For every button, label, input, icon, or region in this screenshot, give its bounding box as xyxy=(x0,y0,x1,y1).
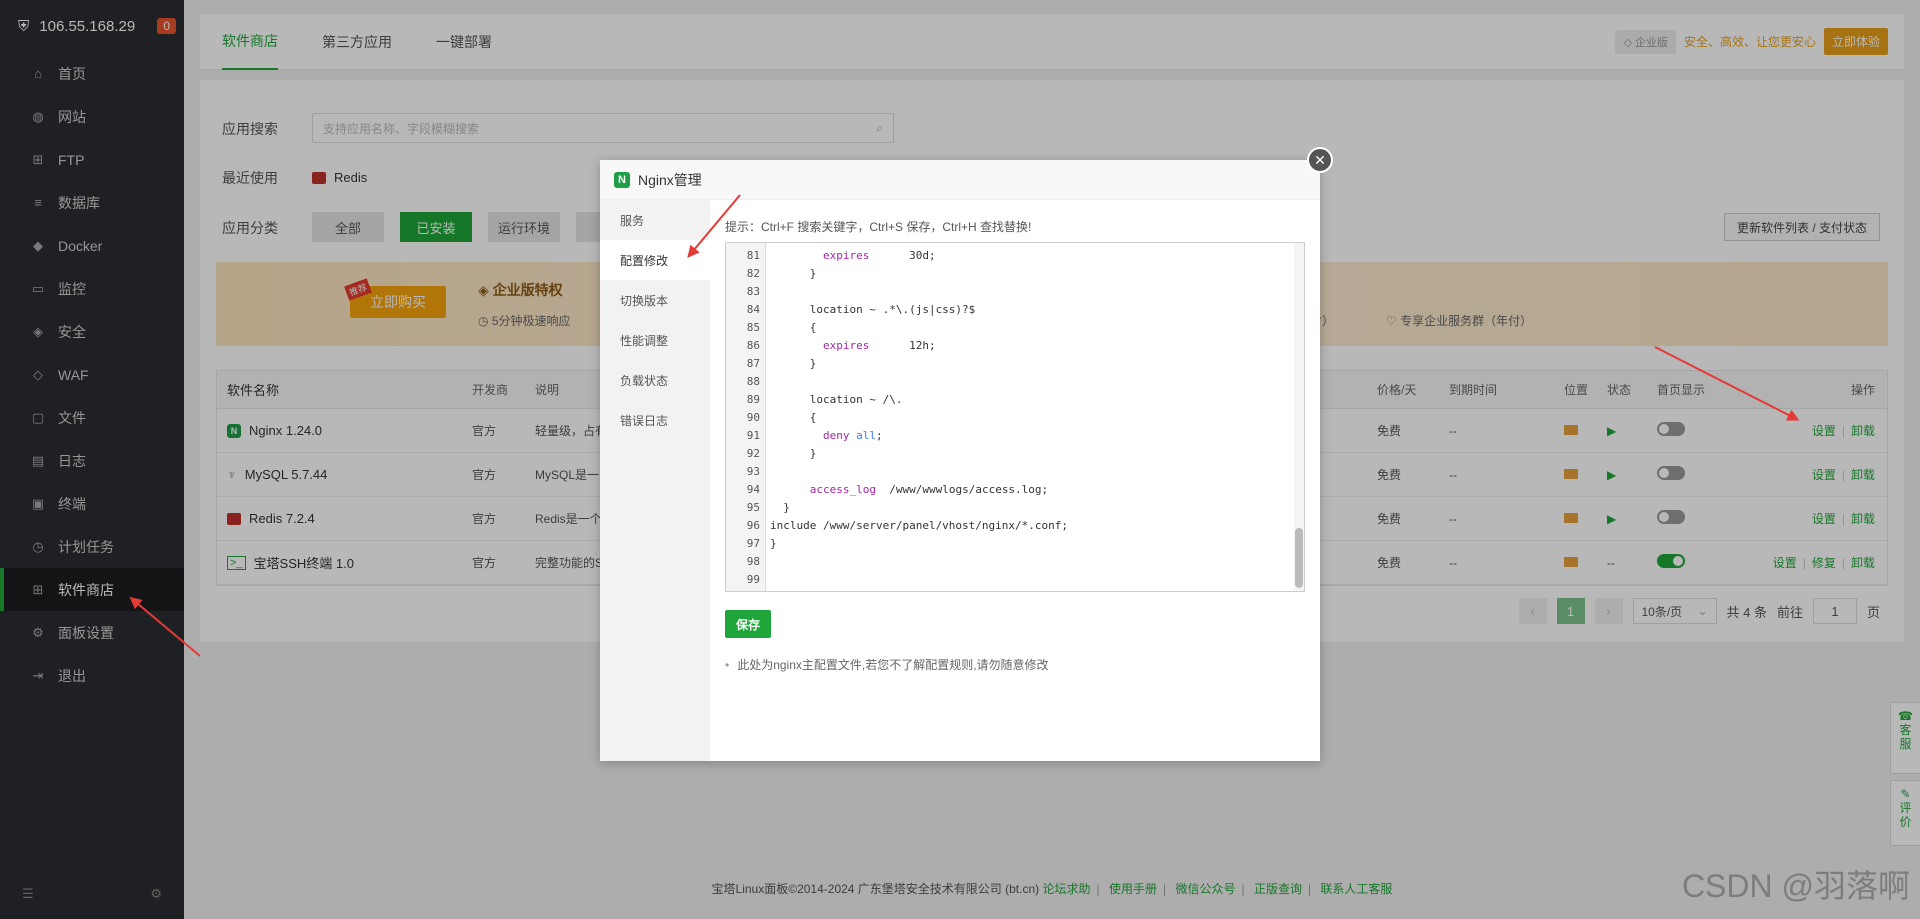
code-text: } xyxy=(770,447,817,460)
line-number: 81 xyxy=(746,249,760,262)
line-number: 97 xyxy=(746,537,760,550)
code-line[interactable]: 82 } xyxy=(726,265,1286,283)
line-number: 94 xyxy=(746,483,760,496)
code-text: location ~ .*\.(js|css)?$ xyxy=(770,303,976,316)
code-line[interactable]: 99 xyxy=(726,571,1286,589)
code-line[interactable]: 96 include /www/server/panel/vhost/nginx/… xyxy=(726,517,1286,535)
line-number: 92 xyxy=(746,447,760,460)
line-number: 90 xyxy=(746,411,760,424)
code-text: { xyxy=(770,411,817,424)
line-number: 87 xyxy=(746,357,760,370)
code-text: { xyxy=(770,321,817,334)
line-number: 86 xyxy=(746,339,760,352)
dialog-header: N Nginx管理 xyxy=(600,160,1320,200)
scroll-thumb[interactable] xyxy=(1295,528,1303,588)
code-line[interactable]: 94 access_log /www/wwwlogs/access.log; xyxy=(726,481,1286,499)
code-line[interactable]: 92 } xyxy=(726,445,1286,463)
config-panel: 提示：Ctrl+F 搜索关键字，Ctrl+S 保存，Ctrl+H 查找替换! 8… xyxy=(710,200,1320,761)
dialog-menu-item-1[interactable]: 配置修改 xyxy=(600,240,710,280)
code-text: expires 30d; xyxy=(822,249,936,262)
dialog-menu-item-2[interactable]: 切换版本 xyxy=(600,280,710,320)
dialog-menu-item-3[interactable]: 性能调整 xyxy=(600,320,710,360)
code-text: location ~ /\. xyxy=(770,393,903,406)
code-line[interactable]: 98 xyxy=(726,553,1286,571)
line-number: 84 xyxy=(746,303,760,316)
code-text: } xyxy=(770,357,817,370)
code-text: expires 12h; xyxy=(822,339,936,352)
line-number: 89 xyxy=(746,393,760,406)
dialog-menu-item-5[interactable]: 错误日志 xyxy=(600,400,710,440)
code-line[interactable]: 93 xyxy=(726,463,1286,481)
code-text: } xyxy=(770,267,817,280)
nginx-logo-icon: N xyxy=(614,171,630,188)
code-line[interactable]: 90 { xyxy=(726,409,1286,427)
line-number: 83 xyxy=(746,285,760,298)
dialog-menu-item-4[interactable]: 负载状态 xyxy=(600,360,710,400)
code-line[interactable]: 91 deny all; xyxy=(726,427,1286,445)
code-line[interactable]: 83 xyxy=(726,283,1286,301)
code-text: access_log /www/wwwlogs/access.log; xyxy=(809,483,1049,496)
code-editor[interactable]: 81 expires 30d; 82 } 83 84 location ~ .*\.(… xyxy=(725,242,1305,592)
config-note: 此处为nginx主配置文件,若您不了解配置规则,请勿随意修改 xyxy=(725,656,1048,673)
line-number: 82 xyxy=(746,267,760,280)
code-line[interactable]: 89 location ~ /\. xyxy=(726,391,1286,409)
dialog-menu-item-0[interactable]: 服务 xyxy=(600,200,710,240)
close-icon[interactable]: ✕ xyxy=(1307,147,1333,173)
code-line[interactable]: 81 expires 30d; xyxy=(726,247,1286,265)
nginx-manager-dialog: N Nginx管理 ✕ 服务 配置修改 切换版本 性能调整 负载状态 错误日志 提示：Ct… xyxy=(600,147,1333,761)
dialog-menu: 服务 配置修改 切换版本 性能调整 负载状态 错误日志 xyxy=(600,200,710,761)
code-line[interactable]: 97} xyxy=(726,535,1286,553)
code-line[interactable]: 85 { xyxy=(726,319,1286,337)
line-number: 91 xyxy=(746,429,760,442)
code-line[interactable]: 87 } xyxy=(726,355,1286,373)
editor-hint: 提示：Ctrl+F 搜索关键字，Ctrl+S 保存，Ctrl+H 查找替换! xyxy=(725,220,1032,234)
code-text: include /www/server/panel/vhost/nginx/*.… xyxy=(770,519,1069,532)
editor-scrollbar[interactable] xyxy=(1294,243,1304,591)
line-number: 96 xyxy=(746,519,760,532)
code-line[interactable]: 86 expires 12h; xyxy=(726,337,1286,355)
line-number: 98 xyxy=(746,555,760,568)
code-line[interactable]: 84 location ~ .*\.(js|css)?$ xyxy=(726,301,1286,319)
line-number: 99 xyxy=(746,573,760,586)
dialog-title: Nginx管理 xyxy=(638,171,702,188)
code-text: } xyxy=(770,501,790,514)
code-line[interactable]: 88 xyxy=(726,373,1286,391)
line-number: 88 xyxy=(746,375,760,388)
line-number: 95 xyxy=(746,501,760,514)
code-line[interactable]: 95 } xyxy=(726,499,1286,517)
code-text: deny all; xyxy=(822,429,883,442)
code-text: } xyxy=(770,537,777,550)
line-number: 85 xyxy=(746,321,760,334)
save-button[interactable]: 保存 xyxy=(725,610,771,638)
line-number: 93 xyxy=(746,465,760,478)
